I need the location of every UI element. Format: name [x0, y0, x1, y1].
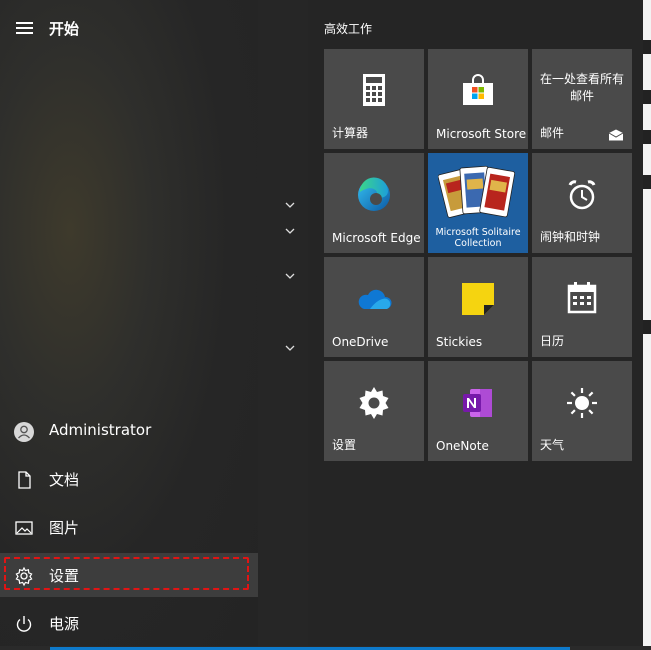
tile-calendar-label: 日历 — [540, 334, 565, 348]
rail-item-power[interactable]: 电源 — [0, 601, 258, 645]
picture-icon — [15, 521, 33, 535]
tile-onenote-label: OneNote — [436, 439, 489, 453]
rail-pictures-label: 图片 — [49, 519, 80, 537]
onenote-icon — [463, 389, 492, 417]
app-list-column — [258, 0, 308, 650]
chevron-down-icon[interactable] — [284, 226, 296, 236]
tile-stickies[interactable]: Stickies — [428, 257, 528, 357]
tile-onenote[interactable]: OneNote — [428, 361, 528, 461]
document-icon — [18, 471, 31, 489]
playing-cards-icon — [438, 165, 516, 218]
tile-weather[interactable]: 天气 — [532, 361, 632, 461]
start-menu-title: 开始 — [49, 20, 80, 38]
chevron-down-icon[interactable] — [284, 271, 296, 281]
tile-mail-label: 邮件 — [540, 126, 565, 140]
tile-group-title: 高效工作 — [324, 22, 373, 36]
tile-microsoft-store[interactable]: Microsoft Store — [428, 49, 528, 149]
settings-highlight-box — [4, 557, 249, 590]
tile-alarms-label: 闹钟和时钟 — [540, 230, 601, 244]
tile-solitaire-label: Microsoft Solitaire Collection — [435, 227, 521, 249]
tile-mail[interactable]: 在一处查看所有邮件 邮件 — [532, 49, 632, 149]
rail-item-pictures[interactable]: 图片 — [0, 505, 258, 549]
tile-edge-label: Microsoft Edge — [332, 231, 421, 245]
tile-stickies-label: Stickies — [436, 335, 483, 349]
tile-calculator[interactable]: 计算器 — [324, 49, 424, 149]
tile-calculator-label: 计算器 — [332, 126, 369, 140]
start-menu-header: 开始 — [0, 12, 258, 46]
tile-solitaire[interactable]: Microsoft Solitaire Collection — [428, 153, 528, 253]
tile-settings-label: 设置 — [332, 438, 357, 452]
rail-documents-label: 文档 — [49, 471, 80, 489]
tile-onedrive[interactable]: OneDrive — [324, 257, 424, 357]
mail-tile-message: 在一处查看所有邮件 — [539, 72, 624, 103]
tile-alarms-clock[interactable]: 闹钟和时钟 — [532, 153, 632, 253]
tile-calendar[interactable]: 日历 — [532, 257, 632, 357]
sticky-note-icon — [462, 283, 494, 315]
tile-onedrive-label: OneDrive — [332, 335, 389, 349]
hamburger-menu-icon[interactable] — [16, 22, 33, 36]
tile-settings[interactable]: 设置 — [324, 361, 424, 461]
power-icon — [16, 616, 32, 632]
tile-weather-label: 天气 — [540, 438, 565, 452]
rail-item-user[interactable]: Administrator — [0, 409, 258, 453]
user-avatar-icon — [14, 422, 34, 442]
tile-edge[interactable]: Microsoft Edge — [324, 153, 424, 253]
rail-user-label: Administrator — [49, 421, 152, 439]
alarm-clock-icon — [568, 180, 596, 210]
chevron-down-icon[interactable] — [284, 200, 296, 210]
chevron-down-icon[interactable] — [284, 343, 296, 353]
gear-icon — [359, 387, 389, 419]
rail-power-label: 电源 — [49, 615, 80, 633]
sun-icon — [567, 388, 597, 418]
store-bag-icon — [463, 74, 493, 105]
calculator-icon — [363, 74, 385, 106]
rail-item-documents[interactable]: 文档 — [0, 457, 258, 501]
background-window-edge — [643, 0, 651, 646]
mail-envelope-icon — [608, 129, 624, 141]
start-menu-rail: 开始 Administrator 文档 图片 设置 电源 — [0, 0, 258, 650]
edge-browser-icon — [358, 177, 390, 211]
tile-store-label: Microsoft Store — [436, 127, 527, 141]
calendar-icon — [567, 282, 597, 314]
onedrive-cloud-icon — [358, 289, 392, 309]
